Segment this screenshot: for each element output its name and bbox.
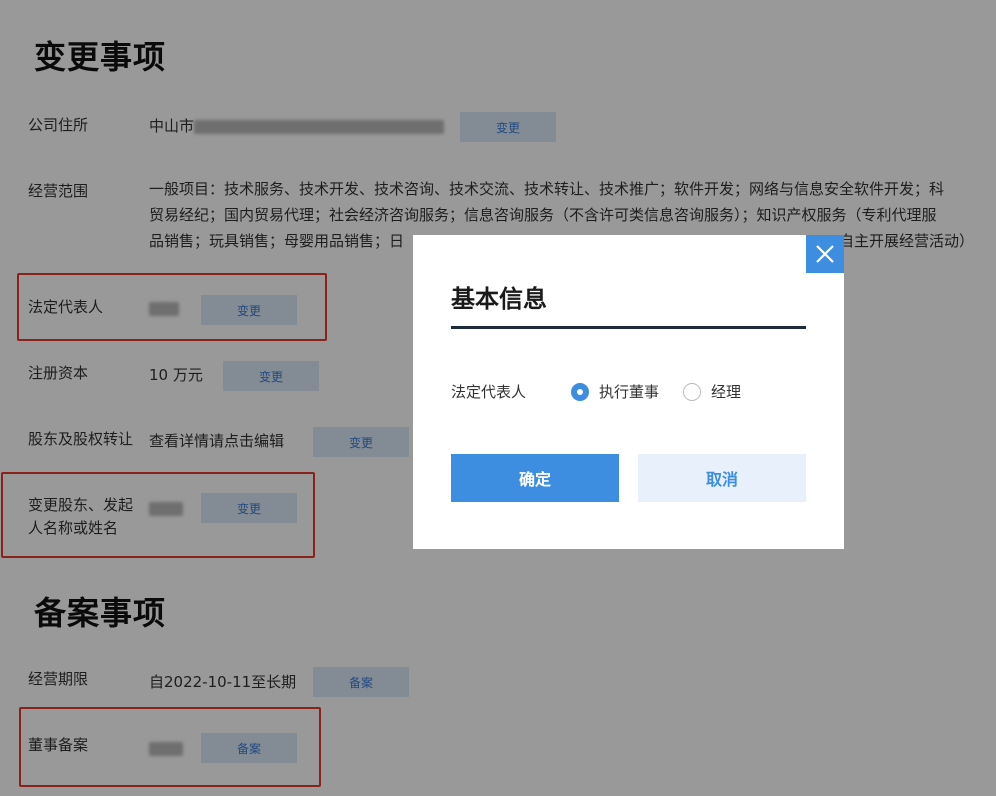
modal-field-label: 法定代表人 — [451, 383, 527, 401]
radio-executive-director[interactable]: 执行董事 — [571, 381, 659, 402]
modal-title-underline — [451, 326, 806, 329]
radio-checked-icon — [571, 382, 589, 401]
legal-rep-radio-group: 执行董事 经理 — [571, 381, 765, 402]
cancel-button[interactable]: 取消 — [638, 454, 806, 502]
basic-info-modal: 基本信息 法定代表人 执行董事 经理 确定 取消 — [413, 235, 844, 549]
radio-label-manager: 经理 — [711, 383, 742, 401]
radio-label-executive-director: 执行董事 — [599, 383, 660, 401]
confirm-button[interactable]: 确定 — [451, 454, 619, 502]
close-icon — [816, 245, 834, 263]
modal-title: 基本信息 — [451, 285, 547, 313]
modal-close-button[interactable] — [806, 235, 844, 273]
radio-manager[interactable]: 经理 — [683, 381, 741, 402]
radio-unchecked-icon — [683, 382, 702, 401]
